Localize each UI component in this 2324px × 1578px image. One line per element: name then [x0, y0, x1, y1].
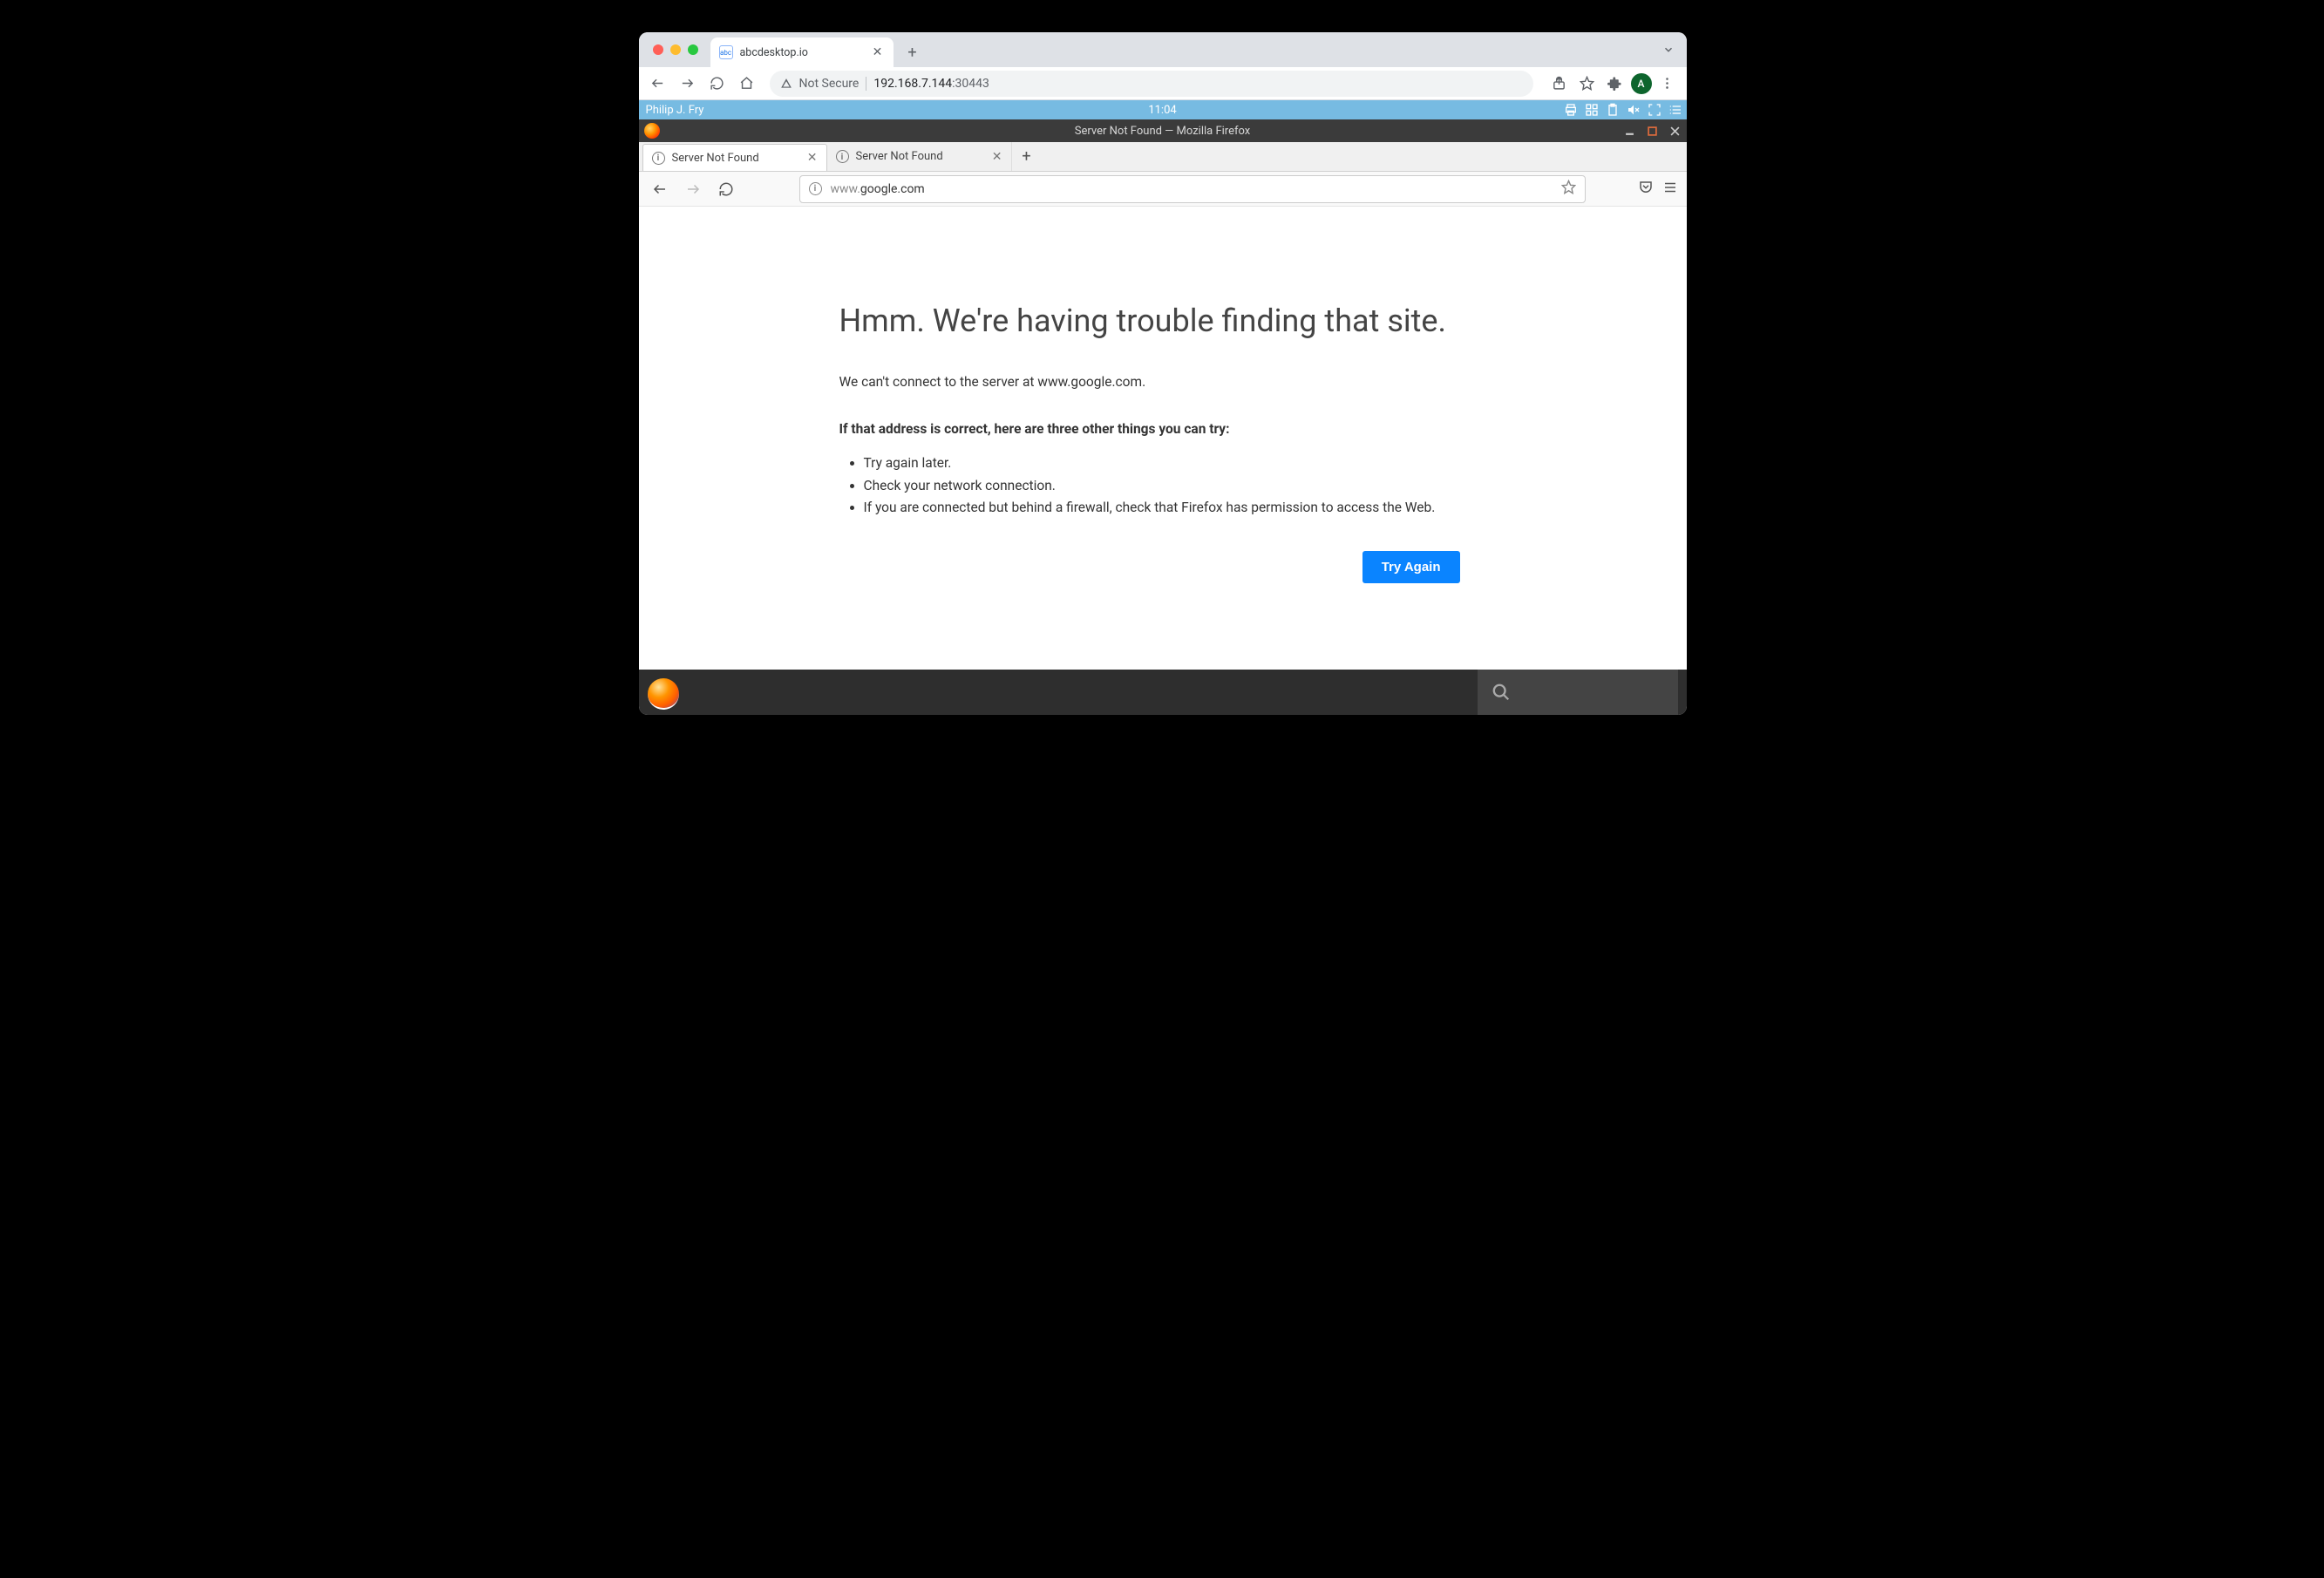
firefox-tab-title: Server Not Found	[672, 152, 759, 165]
pocket-icon[interactable]	[1638, 180, 1654, 199]
error-tip-item: Try again later.	[864, 452, 1634, 475]
firefox-new-tab-button[interactable]: +	[1012, 142, 1042, 171]
chrome-reload-button[interactable]	[705, 71, 730, 96]
info-icon: i	[652, 152, 665, 165]
site-info-icon[interactable]: i	[809, 182, 822, 195]
info-icon: i	[836, 150, 849, 163]
minimize-window-button[interactable]	[670, 44, 681, 55]
error-subtext: We can't connect to the server at www.go…	[839, 374, 1634, 390]
firefox-nav-toolbar: i www.google.com	[639, 172, 1687, 207]
chrome-url-text: 192.168.7.144:30443	[873, 77, 989, 91]
firefox-titlebar: Server Not Found — Mozilla Firefox	[639, 119, 1687, 142]
printer-icon[interactable]	[1563, 102, 1579, 118]
abc-tray	[1563, 102, 1683, 118]
error-tips-list: Try again later. Check your network conn…	[839, 452, 1634, 520]
chrome-forward-button[interactable]	[676, 71, 700, 96]
volume-mute-icon[interactable]	[1626, 102, 1641, 118]
chrome-bookmark-star-icon[interactable]	[1575, 71, 1600, 96]
not-secure-label: Not Secure	[799, 77, 860, 91]
list-menu-icon[interactable]	[1668, 102, 1683, 118]
close-window-button[interactable]	[653, 44, 663, 55]
chrome-menu-button[interactable]	[1655, 71, 1680, 96]
not-secure-icon	[780, 78, 792, 90]
macos-traffic-lights	[648, 32, 705, 67]
chrome-profile-avatar[interactable]: A	[1631, 73, 1652, 94]
abc-dock	[639, 670, 1687, 715]
error-heading: Hmm. We're having trouble finding that s…	[839, 303, 1634, 339]
chrome-tab-strip: abc abcdesktop.io ✕ +	[639, 32, 1687, 67]
clipboard-icon[interactable]	[1605, 102, 1621, 118]
chrome-back-button[interactable]	[646, 71, 670, 96]
firefox-back-button[interactable]	[648, 177, 672, 201]
chrome-tab-title: abcdesktop.io	[740, 46, 808, 59]
tab-favicon: abc	[719, 45, 733, 59]
bookmark-star-icon[interactable]	[1561, 180, 1576, 198]
firefox-tab-1[interactable]: i Server Not Found ✕	[827, 142, 1012, 171]
error-tip-item: If you are connected but behind a firewa…	[864, 497, 1634, 520]
firefox-tab-strip: i Server Not Found ✕ i Server Not Found …	[639, 142, 1687, 172]
error-hint-heading: If that address is correct, here are thr…	[839, 421, 1634, 437]
dock-firefox-icon[interactable]	[648, 678, 679, 710]
chrome-share-button[interactable]	[1547, 71, 1572, 96]
tab-list-chevron-icon[interactable]	[1662, 43, 1675, 59]
apps-grid-icon[interactable]	[1584, 102, 1600, 118]
chrome-toolbar: Not Secure 192.168.7.144:30443 A	[639, 67, 1687, 100]
error-tip-item: Check your network connection.	[864, 475, 1634, 498]
firefox-window-title: Server Not Found — Mozilla Firefox	[1075, 125, 1250, 138]
maximize-window-button[interactable]	[688, 44, 698, 55]
firefox-minimize-button[interactable]	[1624, 125, 1636, 137]
fullscreen-icon[interactable]	[1647, 102, 1662, 118]
try-again-button[interactable]: Try Again	[1362, 551, 1460, 583]
chrome-address-bar[interactable]: Not Secure 192.168.7.144:30443	[770, 71, 1533, 97]
chrome-new-tab-button[interactable]: +	[900, 40, 925, 65]
firefox-close-button[interactable]	[1669, 125, 1682, 137]
abcdesktop-top-bar: Philip J. Fry 11:04	[639, 100, 1687, 119]
outer-chrome-window: abc abcdesktop.io ✕ +	[639, 32, 1687, 715]
abc-username: Philip J. Fry	[642, 104, 704, 117]
firefox-url-text: www.google.com	[831, 182, 925, 196]
firefox-logo-icon	[644, 123, 660, 139]
firefox-forward-button	[681, 177, 705, 201]
chrome-home-button[interactable]	[735, 71, 759, 96]
dock-search-area[interactable]	[1478, 670, 1678, 715]
firefox-menu-button[interactable]	[1662, 180, 1678, 199]
firefox-url-bar[interactable]: i www.google.com	[799, 175, 1586, 203]
close-tab-icon[interactable]: ✕	[871, 45, 885, 59]
firefox-page-content: Hmm. We're having trouble finding that s…	[639, 207, 1687, 670]
close-tab-icon[interactable]: ✕	[992, 150, 1002, 164]
firefox-tab-title: Server Not Found	[856, 150, 943, 163]
chrome-extensions-icon[interactable]	[1603, 71, 1627, 96]
chrome-tab-abcdesktop[interactable]: abc abcdesktop.io ✕	[710, 37, 894, 67]
firefox-tab-0[interactable]: i Server Not Found ✕	[642, 144, 827, 171]
abc-clock: 11:04	[1148, 104, 1176, 117]
close-tab-icon[interactable]: ✕	[807, 151, 818, 165]
firefox-reload-button[interactable]	[714, 177, 738, 201]
firefox-maximize-button[interactable]	[1647, 125, 1659, 137]
